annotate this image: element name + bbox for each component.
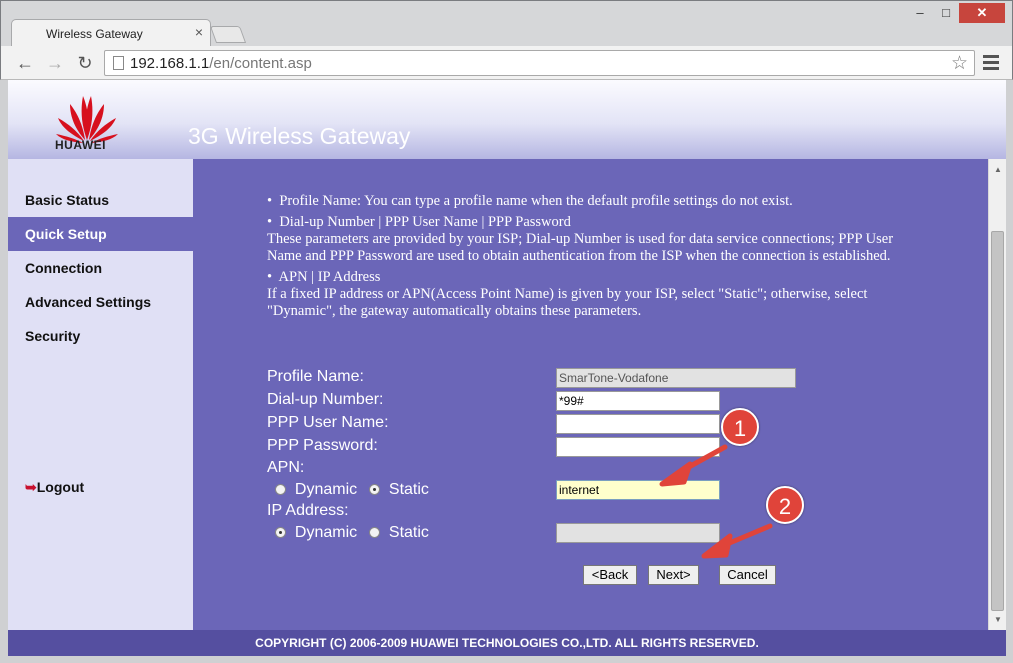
scroll-down-icon[interactable]: ▼ (994, 615, 1002, 624)
browser-toolbar: ← → ↻ 192.168.1.1/en/content.asp ☆ (0, 46, 1013, 80)
tab-close-icon[interactable]: × (192, 24, 206, 40)
browser-titlebar: Wireless Gateway × ‒ □ ✕ (0, 0, 1013, 47)
ip-address-field[interactable] (556, 523, 720, 543)
sidebar-item-quick-setup[interactable]: Quick Setup (8, 217, 193, 251)
sidebar-item-advanced-settings[interactable]: Advanced Settings (8, 285, 193, 319)
apn-static-option[interactable]: Static (369, 481, 429, 499)
logout-link[interactable]: ➥Logout (25, 479, 84, 496)
app-title: 3G Wireless Gateway (188, 123, 411, 149)
address-bar[interactable]: 192.168.1.1/en/content.asp ☆ (104, 50, 975, 76)
quick-setup-panel: • Profile Name: You can type a profile n… (193, 159, 988, 630)
window-minimize-button[interactable]: ‒ (907, 3, 933, 23)
browser-menu-icon[interactable] (981, 53, 1001, 73)
logout-icon: ➥ (25, 479, 37, 495)
step-1-callout: 1 (721, 408, 759, 446)
logout-label: Logout (36, 479, 85, 495)
help-dialup-text: These parameters are provided by your IS… (267, 231, 894, 264)
ip-dynamic-radio[interactable] (275, 527, 286, 538)
ppp-user-name-label: PPP User Name: (267, 414, 389, 431)
url-text[interactable]: 192.168.1.1/en/content.asp (130, 55, 312, 72)
ppp-password-label: PPP Password: (267, 437, 378, 454)
step-2-callout: 2 (766, 486, 804, 524)
dialup-number-field[interactable]: *99# (556, 391, 720, 411)
apn-label: APN: (267, 459, 305, 476)
tab-title: Wireless Gateway (46, 27, 143, 41)
forward-arrow-icon[interactable]: → (43, 51, 67, 75)
sidebar-item-security[interactable]: Security (8, 319, 193, 353)
ppp-user-name-field[interactable] (556, 414, 720, 434)
profile-name-label: Profile Name: (267, 368, 364, 385)
ip-static-radio[interactable] (369, 527, 380, 538)
back-arrow-icon[interactable]: ← (13, 51, 37, 75)
apn-field[interactable]: internet (556, 480, 720, 500)
help-profile: • Profile Name: You can type a profile n… (267, 193, 793, 209)
window-close-button[interactable]: ✕ (959, 3, 1005, 23)
window-maximize-button[interactable]: □ (933, 3, 959, 23)
sidebar-item-basic-status[interactable]: Basic Status (8, 183, 193, 217)
apn-static-radio[interactable] (369, 484, 380, 495)
page-header: HUAWEI 3G Wireless Gateway (8, 80, 1006, 159)
bookmark-star-icon[interactable]: ☆ (951, 52, 968, 75)
apn-dynamic-option[interactable]: Dynamic (275, 481, 357, 499)
brand-name: HUAWEI (55, 138, 106, 152)
scroll-up-icon[interactable]: ▲ (994, 165, 1002, 174)
help-dialup-title: • Dial-up Number | PPP User Name | PPP P… (267, 214, 571, 230)
sidebar-item-connection[interactable]: Connection (8, 251, 193, 285)
browser-tab[interactable]: Wireless Gateway × (11, 19, 211, 47)
help-apn-title: • APN | IP Address (267, 269, 381, 285)
ppp-password-field[interactable] (556, 437, 720, 457)
dialup-number-label: Dial-up Number: (267, 391, 384, 408)
reload-icon[interactable]: ↻ (73, 51, 97, 75)
scrollbar-thumb[interactable] (991, 231, 1004, 611)
sidebar: Basic Status Quick Setup Connection Adva… (8, 159, 193, 630)
apn-dynamic-radio[interactable] (275, 484, 286, 495)
page-icon (113, 56, 124, 70)
vertical-scrollbar[interactable]: ▲ ▼ (988, 159, 1006, 630)
help-text: • Profile Name: You can type a profile n… (267, 193, 927, 320)
next-button[interactable]: Next> (648, 565, 699, 585)
web-page: HUAWEI 3G Wireless Gateway Basic Status … (8, 80, 1006, 656)
new-tab-button[interactable] (209, 26, 247, 43)
ip-dynamic-option[interactable]: Dynamic (275, 524, 357, 542)
ip-static-option[interactable]: Static (369, 524, 429, 542)
ip-address-label: IP Address: (267, 502, 349, 519)
help-apn-text: If a fixed IP address or APN(Access Poin… (267, 286, 868, 319)
profile-name-field[interactable]: SmarTone-Vodafone (556, 368, 796, 388)
cancel-button[interactable]: Cancel (719, 565, 776, 585)
page-footer: COPYRIGHT (C) 2006-2009 HUAWEI TECHNOLOG… (8, 630, 1006, 656)
back-button[interactable]: <Back (583, 565, 637, 585)
